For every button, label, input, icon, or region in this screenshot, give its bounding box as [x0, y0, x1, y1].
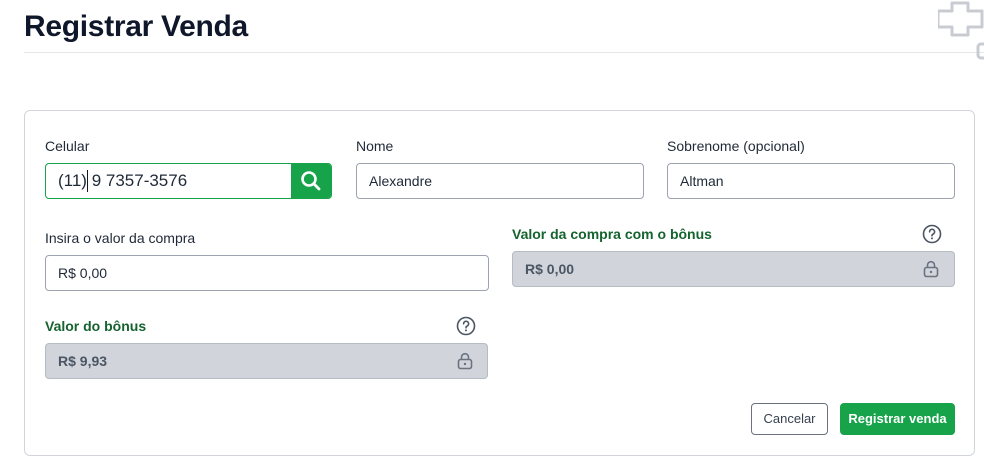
first-name-label: Nome	[356, 138, 394, 154]
phone-label: Celular	[45, 138, 90, 154]
purchase-value-input[interactable]: R$ 0,00	[45, 255, 489, 291]
bonus-value-label: Valor do bônus	[45, 318, 147, 334]
title-divider	[24, 52, 984, 53]
last-name-input[interactable]: Altman	[667, 163, 955, 199]
phone-input[interactable]: (11) 9 7357-3576	[45, 163, 332, 199]
lock-icon	[457, 352, 473, 370]
register-sale-button[interactable]: Registrar venda	[840, 403, 955, 435]
cancel-button[interactable]: Cancelar	[751, 403, 828, 435]
plus-outline-icon	[938, 1, 984, 60]
last-name-label: Sobrenome (opcional)	[667, 138, 805, 154]
search-icon	[301, 171, 321, 191]
lock-icon	[923, 260, 939, 278]
search-button[interactable]	[291, 164, 331, 198]
help-circle-icon[interactable]	[456, 316, 476, 336]
sale-form-card: Celular (11) 9 7357-3576 Nome Alexandre …	[24, 110, 975, 456]
purchase-with-bonus-label: Valor da compra com o bônus	[512, 226, 712, 242]
page-title: Registrar Venda	[24, 10, 248, 43]
help-circle-icon[interactable]	[922, 224, 942, 244]
purchase-value-label: Insira o valor da compra	[45, 230, 196, 246]
purchase-with-bonus-value: R$ 0,00	[525, 261, 575, 277]
phone-input-value: (11) 9 7357-3576	[58, 171, 188, 190]
first-name-input[interactable]: Alexandre	[356, 163, 644, 199]
bonus-value-value: R$ 9,93	[58, 353, 108, 369]
bonus-value-field: R$ 9,93	[45, 343, 488, 379]
text-caret	[87, 170, 88, 192]
purchase-with-bonus-field: R$ 0,00	[512, 251, 955, 287]
